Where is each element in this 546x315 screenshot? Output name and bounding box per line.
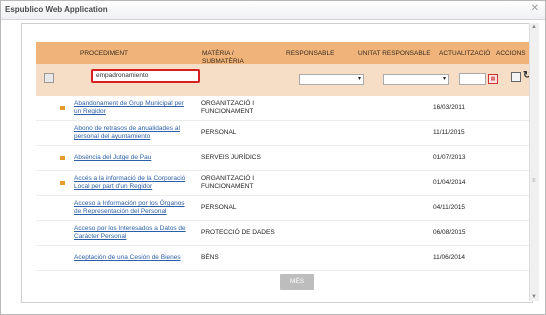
materia-line2: FUNCIONAMENT [201,183,254,190]
date-cell: 11/11/2015 [433,129,465,136]
bullet-icon [60,156,65,160]
materia-cell: ORGANITZACIÓ I FUNCIONAMENT [201,175,281,191]
column-unitat-responsable[interactable]: UNITAT RESPONSABLE [358,50,431,58]
procedure-link[interactable]: Aceptación de una Cesión de Bienes [74,254,202,262]
procedure-link[interactable]: Acceso por los Interesados a Datos de Ca… [74,225,202,241]
procedure-link[interactable]: Absència del Jutge de Pau [74,154,202,162]
procedure-line1: Accés a la informació de la Corporació [74,175,186,182]
procedure-link[interactable]: Abono de retrasos de anualidades al pers… [74,125,202,141]
content-frame: PROCEDIMENT MATÈRIA / SUBMATÈRIA RESPONS… [21,23,533,303]
scroll-down-icon[interactable]: ▼ [531,294,537,300]
table-row[interactable]: Aceptación de una Cesión de Bienes BÉNS … [36,246,531,271]
procedure-line2: Local per part d'un Regidor [74,183,153,190]
procedure-line2: Carácter Personal [74,233,127,240]
calendar-icon[interactable]: ▦ [488,74,498,84]
more-button[interactable]: MÉS [280,274,314,290]
procedure-line1: Acceso por los Interesados a Datos de [74,225,186,232]
materia-cell: ORGANITZACIÓ I FUNCIONAMENT [201,100,281,116]
select-all-checkbox[interactable] [44,73,54,83]
procedure-search-input[interactable]: empadronamiento [91,69,200,83]
date-input[interactable] [459,73,486,85]
materia-cell: PERSONAL [201,204,237,211]
procedure-line1: Acceso a Información por los Órganos [74,200,185,207]
bullet-icon [60,181,65,185]
materia-cell: BÉNS [201,254,219,261]
materia-line1: ORGANITZACIÓ I [201,100,255,107]
table-row[interactable]: Acceso por los Interesados a Datos de Ca… [36,221,531,246]
filter-row: empadronamiento ▾ ▾ ▦ ↻ [36,64,531,96]
column-accions: ACCIONS [496,50,526,57]
procedure-link[interactable]: Acceso a Información por los Órganos de … [74,200,202,216]
table-row[interactable]: Abandonament de Grup Municipal per un Re… [36,96,531,121]
table-row[interactable]: Accés a la informació de la Corporació L… [36,171,531,196]
procedure-line2: un Regidor [74,108,106,115]
results-list: Abandonament de Grup Municipal per un Re… [36,96,531,271]
date-cell: 01/07/2013 [433,154,466,161]
column-materia-line1: MATÈRIA / [202,50,234,57]
table-row[interactable]: Acceso a Información por los Órganos de … [36,196,531,221]
unitat-select[interactable]: ▾ [383,74,449,85]
materia-cell: PERSONAL [201,129,237,136]
bullet-icon [60,106,65,110]
vertical-scrollbar[interactable]: ▲ ≡ ▼ [529,23,539,301]
procedure-line1: Abandonament de Grup Municipal per [74,100,184,107]
column-responsable[interactable]: RESPONSABLE [286,50,334,58]
materia-line2: FUNCIONAMENT [201,108,254,115]
scroll-up-icon[interactable]: ▲ [531,24,537,30]
close-icon[interactable]: ✕ [531,3,539,14]
chevron-down-icon: ▾ [357,76,361,82]
responsable-select[interactable]: ▾ [299,74,364,85]
procedure-line1: Abono de retrasos de anualidades al [74,125,180,132]
date-cell: 01/04/2014 [433,179,466,186]
date-cell: 11/06/2014 [433,254,466,261]
date-cell: 04/11/2015 [433,204,466,211]
procedure-link[interactable]: Accés a la informació de la Corporació L… [74,175,202,191]
procedure-line2: de Representación del Personal [74,208,167,215]
title-bar: Espublico Web Application ✕ [1,1,545,20]
column-actualitzacio[interactable]: ACTUALITZACIÓ [439,50,490,58]
column-procediment[interactable]: PROCEDIMENT [80,50,128,58]
scroll-grip-icon[interactable]: ≡ [532,178,536,184]
procedure-line2: personal del ayuntamiento [74,133,151,140]
materia-cell: PROTECCIÓ DE DADES [201,229,275,236]
date-cell: 06/08/2015 [433,229,466,236]
materia-line1: ORGANITZACIÓ I [201,175,255,182]
table-row[interactable]: Abono de retrasos de anualidades al pers… [36,121,531,146]
procedure-link[interactable]: Abandonament de Grup Municipal per un Re… [74,100,202,116]
window-title: Espublico Web Application [5,5,108,14]
dialog-window: Espublico Web Application ✕ PROCEDIMENT … [0,0,546,315]
export-icon[interactable] [511,72,521,82]
date-cell: 16/03/2011 [433,104,466,111]
table-row[interactable]: Absència del Jutge de Pau SERVEIS JURÍDI… [36,146,531,171]
materia-cell: SERVEIS JURÍDICS [201,154,261,161]
chevron-down-icon: ▾ [442,76,446,82]
